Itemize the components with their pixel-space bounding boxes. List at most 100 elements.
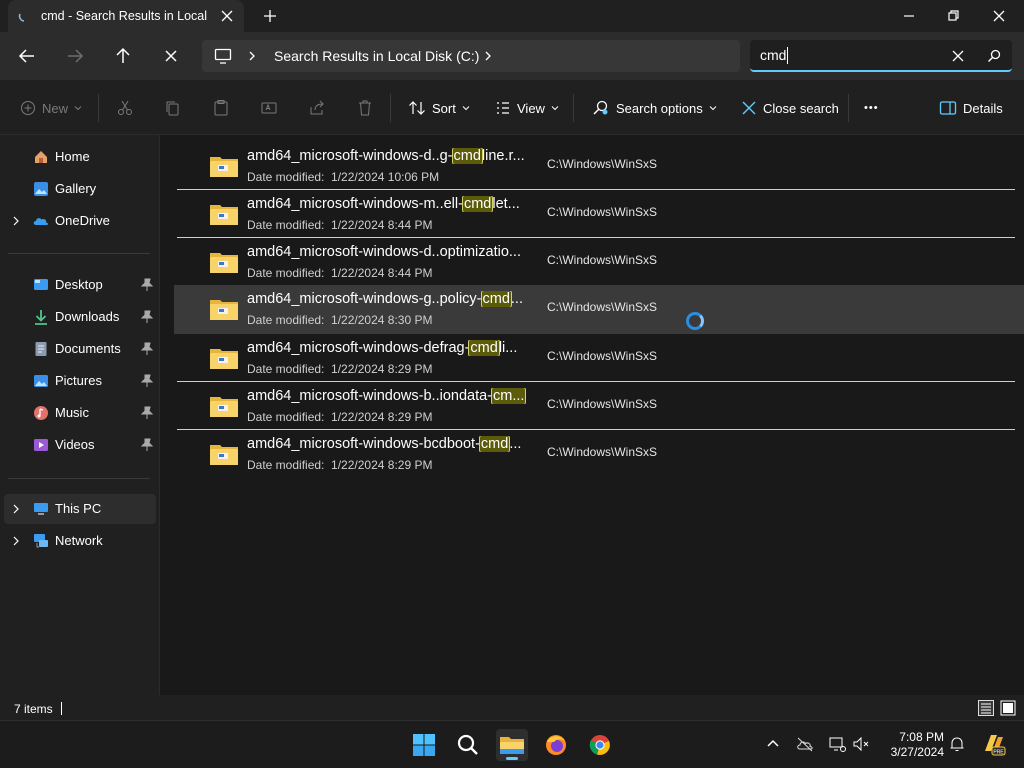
pin-icon[interactable] (141, 406, 153, 420)
search-query[interactable]: cmd (760, 47, 786, 63)
copilot-preview-icon[interactable]: PRE (982, 731, 1006, 757)
breadcrumb[interactable]: Search Results in Local Disk (C:) (274, 48, 479, 64)
network-status-icon[interactable] (828, 735, 846, 753)
minimize-icon[interactable] (897, 4, 921, 28)
tiles-view-icon[interactable] (1000, 700, 1016, 716)
search-icon[interactable] (986, 48, 1002, 64)
result-row[interactable]: amd64_microsoft-windows-g..policy-cmd...… (174, 285, 1024, 334)
new-label: New (42, 100, 69, 116)
start-button[interactable] (408, 729, 440, 761)
chevron-right-icon[interactable] (10, 215, 22, 227)
file-explorer-icon (500, 737, 524, 754)
delete-icon[interactable] (356, 97, 374, 119)
search-input[interactable]: cmd (750, 40, 1012, 72)
result-row[interactable]: amd64_microsoft-windows-d..optimizatio..… (177, 238, 1015, 286)
home-icon (35, 151, 47, 163)
rename-icon[interactable] (260, 97, 278, 119)
file-location: C:\Windows\WinSxS (547, 397, 658, 411)
restore-icon[interactable] (941, 4, 965, 28)
search-match-highlight: cm... (490, 388, 527, 404)
new-tab-icon[interactable] (261, 7, 279, 25)
view-label: View (517, 100, 545, 116)
chevron-right-icon[interactable] (246, 50, 258, 62)
sort-button[interactable]: Sort (408, 97, 470, 119)
cloud-offline-icon[interactable] (796, 735, 814, 753)
cut-icon[interactable] (116, 97, 134, 119)
close-search-button[interactable]: Close search (741, 97, 839, 119)
pin-icon[interactable] (141, 374, 153, 388)
sidebar-item-label: OneDrive (55, 213, 110, 228)
share-icon[interactable] (308, 97, 326, 119)
computer-icon (214, 48, 232, 64)
taskbar-search-button[interactable] (452, 729, 484, 761)
clock-date: 3/27/2024 (890, 745, 944, 759)
this-pc-icon (34, 503, 48, 515)
videos-icon (34, 439, 48, 451)
sidebar-item-this-pc[interactable]: This PC (4, 494, 156, 524)
pin-icon[interactable] (141, 438, 153, 452)
result-row[interactable]: amd64_microsoft-windows-d..g-cmdline.r..… (177, 142, 1015, 190)
sidebar-item-documents[interactable]: Documents (4, 334, 156, 364)
details-pane-icon (939, 101, 957, 115)
details-button[interactable]: Details (939, 97, 1003, 119)
file-location: C:\Windows\WinSxS (547, 300, 658, 314)
sidebar-item-pictures[interactable]: Pictures (4, 366, 156, 396)
copy-icon[interactable] (164, 97, 182, 119)
folder-icon (209, 394, 239, 418)
chevron-right-icon[interactable] (482, 50, 494, 62)
more-options-button[interactable]: ••• (864, 97, 879, 119)
sidebar-item-videos[interactable]: Videos (4, 430, 156, 460)
chevron-right-icon[interactable] (10, 503, 22, 515)
pin-icon[interactable] (141, 342, 153, 356)
taskbar-file-explorer[interactable] (496, 729, 528, 761)
search-options-button[interactable]: Search options (592, 97, 717, 119)
date-modified: Date modified: 1/22/2024 8:29 PM (247, 410, 432, 424)
stop-icon[interactable] (159, 44, 183, 68)
taskbar-chrome[interactable] (584, 729, 616, 761)
row-separator (177, 429, 1015, 430)
close-tab-icon[interactable] (218, 7, 236, 25)
search-match-highlight: cmd (451, 148, 483, 164)
result-row[interactable]: amd64_microsoft-windows-defrag-cmdli... D… (177, 334, 1015, 382)
paste-icon[interactable] (212, 97, 230, 119)
close-window-icon[interactable] (987, 4, 1011, 28)
file-name: amd64_microsoft-windows-g..policy-cmd... (247, 291, 537, 307)
folder-icon (209, 346, 239, 370)
pin-icon[interactable] (141, 310, 153, 324)
file-name-text: amd64_microsoft-windows-d..g- (247, 148, 453, 164)
forward-icon[interactable] (63, 44, 87, 68)
system-clock[interactable]: 7:08 PM 3/27/2024 (876, 730, 944, 760)
view-button[interactable]: View (495, 97, 559, 119)
notifications-icon[interactable] (948, 735, 966, 753)
clear-search-icon[interactable] (951, 49, 965, 63)
file-name-text: ... (510, 291, 523, 307)
taskbar-firefox[interactable] (540, 729, 572, 761)
file-name: amd64_microsoft-windows-b..iondata-cm... (247, 388, 537, 404)
window-tab[interactable]: cmd - Search Results in Local Disk (C:) (8, 0, 244, 32)
chevron-up-icon[interactable] (764, 735, 782, 753)
result-row[interactable]: amd64_microsoft-windows-m..ell-cmdlet...… (177, 190, 1015, 238)
date-modified: Date modified: 1/22/2024 10:06 PM (247, 170, 439, 184)
chevron-right-icon[interactable] (10, 535, 22, 547)
sidebar-item-downloads[interactable]: Downloads (4, 302, 156, 332)
up-icon[interactable] (111, 44, 135, 68)
sidebar-item-onedrive[interactable]: OneDrive (4, 206, 156, 236)
sidebar-item-music[interactable]: Music (4, 398, 156, 428)
sidebar-item-home[interactable]: Home (4, 142, 156, 172)
volume-muted-icon[interactable] (852, 735, 870, 753)
close-search-icon (742, 101, 756, 115)
pin-icon[interactable] (141, 278, 153, 292)
result-row[interactable]: amd64_microsoft-windows-bcdboot-cmd... Da… (177, 430, 1015, 478)
date-modified-value: 1/22/2024 8:29 PM (331, 458, 433, 472)
address-bar[interactable]: Search Results in Local Disk (C:) (202, 40, 740, 72)
details-view-icon[interactable] (978, 700, 994, 716)
downloads-icon (35, 310, 47, 325)
date-modified-label: Date modified: (247, 218, 325, 232)
sidebar-item-desktop[interactable]: Desktop (4, 270, 156, 300)
new-button[interactable]: New (20, 97, 82, 119)
result-row[interactable]: amd64_microsoft-windows-b..iondata-cm...… (177, 382, 1015, 430)
back-icon[interactable] (15, 44, 39, 68)
sidebar-item-gallery[interactable]: Gallery (4, 174, 156, 204)
music-icon (34, 406, 48, 420)
sidebar-item-network[interactable]: Network (4, 526, 156, 556)
